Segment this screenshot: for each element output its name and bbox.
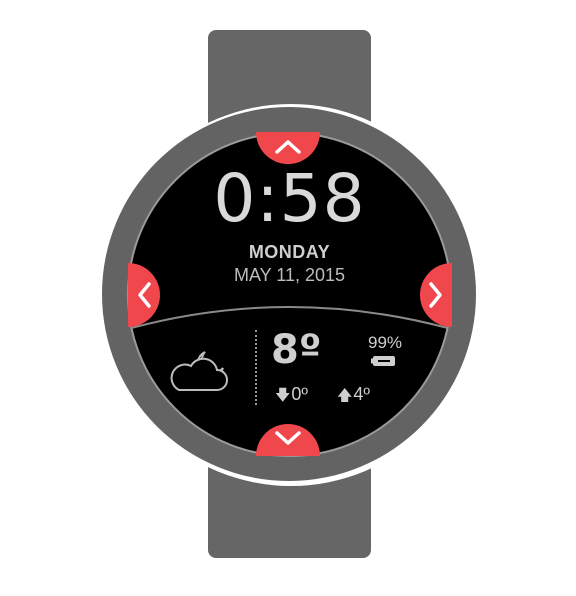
low-temperature-value: 0º: [291, 384, 309, 404]
arrow-down-icon: 🡇: [275, 387, 291, 404]
nav-right-button[interactable]: [416, 262, 452, 328]
battery-percent: 99%: [368, 333, 403, 352]
nav-left-button[interactable]: [128, 262, 164, 328]
current-temperature: 8º: [271, 327, 322, 373]
watch-face: 0:58 MONDAY MAY 11, 2015 8º 99% 🡇0º 🡅4º: [127, 132, 452, 457]
low-temperature: 🡇0º: [275, 384, 308, 410]
high-temperature: 🡅4º: [337, 384, 370, 410]
battery-icon: [371, 356, 395, 366]
weather-divider: [255, 330, 257, 405]
nav-up-button[interactable]: [254, 132, 322, 168]
arrow-up-icon: 🡅: [337, 387, 353, 404]
partly-cloudy-night-icon: [170, 351, 228, 391]
nav-down-button[interactable]: [254, 420, 322, 456]
high-temperature-value: 4º: [353, 384, 371, 404]
